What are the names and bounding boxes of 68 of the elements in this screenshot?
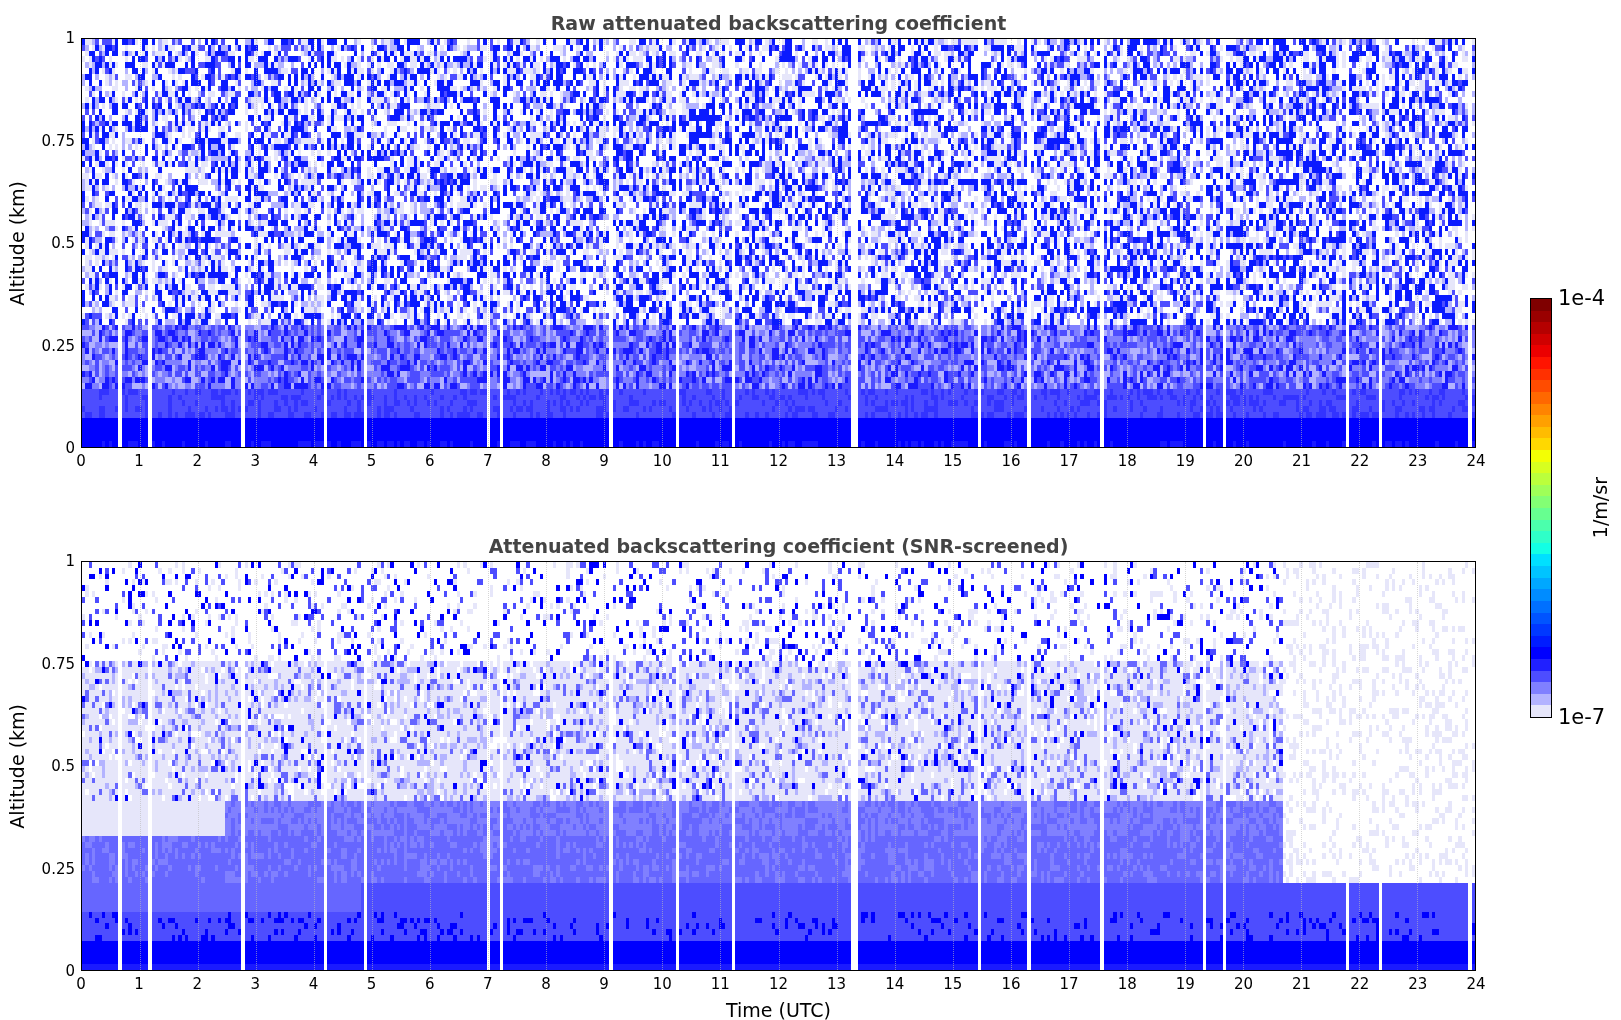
x-tick-label: 2	[192, 977, 202, 992]
x-tick-label: 21	[1292, 454, 1312, 469]
x-tick-label: 18	[1117, 454, 1137, 469]
x-tick-label: 13	[827, 977, 847, 992]
x-tick-label: 3	[250, 454, 261, 469]
colorbar-min-label: 1e-7	[1558, 707, 1606, 728]
x-tick-label: 23	[1408, 977, 1428, 992]
y-tick-label: 1	[65, 30, 75, 46]
x-tick-label: 14	[885, 454, 905, 469]
x-tick-label: 9	[599, 977, 609, 992]
x-tick-label: 10	[652, 454, 672, 469]
x-tick-label: 7	[483, 454, 493, 469]
y-tick-label: 0.25	[41, 861, 75, 876]
x-axis-label: Time (UTC)	[726, 1001, 831, 1020]
x-tick-label: 6	[425, 454, 435, 469]
x-tick-label: 19	[1175, 454, 1195, 469]
x-tick-label: 16	[1001, 977, 1021, 992]
y-tick-label: 1	[65, 553, 75, 569]
y-tick-label: 0.5	[51, 235, 75, 251]
panel-title: Raw attenuated backscattering coefficient	[550, 14, 1007, 33]
x-tick-label: 24	[1466, 977, 1486, 992]
x-tick-label: 2	[192, 454, 202, 469]
y-tick-label: 0	[65, 440, 75, 456]
x-tick-label: 1	[134, 977, 144, 992]
y-axis-label: Altitude (km)	[7, 180, 27, 306]
x-tick-label: 20	[1233, 454, 1254, 469]
x-tick-label: 22	[1350, 977, 1370, 992]
x-tick-label: 12	[768, 454, 789, 469]
x-tick-label: 19	[1175, 977, 1195, 992]
x-tick-label: 8	[541, 454, 551, 469]
panel-title: Attenuated backscattering coefficient (SNR-screened)	[488, 537, 1069, 556]
x-tick-label: 11	[710, 454, 730, 469]
x-tick-label: 11	[710, 977, 730, 992]
x-tick-label: 24	[1466, 454, 1486, 469]
x-tick-label: 13	[827, 454, 847, 469]
y-tick-label: 0.25	[41, 338, 75, 353]
x-tick-label: 22	[1350, 454, 1370, 469]
x-tick-label: 12	[768, 977, 789, 992]
y-tick-label: 0.75	[41, 656, 75, 671]
x-tick-label: 0	[76, 977, 86, 992]
x-tick-label: 8	[541, 977, 551, 992]
x-tick-label: 20	[1233, 977, 1254, 992]
x-tick-label: 6	[425, 977, 435, 992]
x-tick-label: 17	[1059, 977, 1079, 992]
x-tick-label: 18	[1117, 977, 1137, 992]
x-tick-label: 0	[76, 454, 86, 469]
x-tick-label: 3	[250, 977, 261, 992]
x-tick-label: 15	[943, 454, 963, 469]
y-tick-label: 0	[65, 963, 75, 979]
y-axis-label: Altitude (km)	[7, 703, 27, 829]
x-tick-label: 4	[308, 454, 319, 469]
x-tick-label: 21	[1292, 977, 1312, 992]
x-tick-label: 4	[308, 977, 319, 992]
colorbar-unit-label: 1/m/sr	[1591, 477, 1611, 539]
x-tick-label: 7	[483, 977, 493, 992]
y-tick-label: 0.75	[41, 133, 75, 148]
x-tick-label: 23	[1408, 454, 1428, 469]
x-tick-label: 16	[1001, 454, 1021, 469]
x-tick-label: 1	[134, 454, 144, 469]
x-tick-label: 15	[943, 977, 963, 992]
x-tick-label: 5	[366, 454, 377, 469]
x-tick-label: 17	[1059, 454, 1079, 469]
y-tick-label: 0.5	[51, 758, 75, 774]
x-tick-label: 14	[885, 977, 905, 992]
x-tick-label: 9	[599, 454, 609, 469]
x-tick-label: 5	[366, 977, 377, 992]
x-tick-label: 10	[652, 977, 672, 992]
colorbar-max-label: 1e-4	[1558, 288, 1606, 309]
